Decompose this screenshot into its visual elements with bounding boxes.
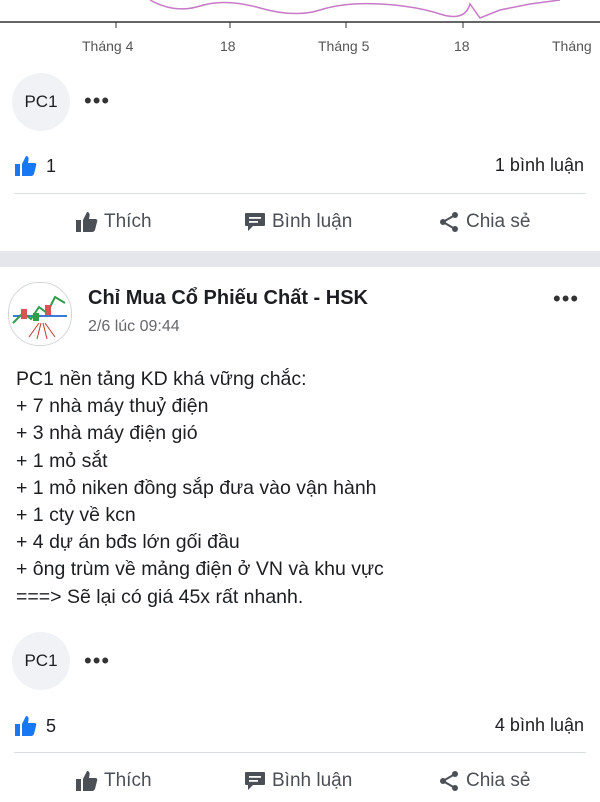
post-line: + 1 cty về kcn: [16, 504, 136, 527]
comment-label: Bình luận: [272, 211, 353, 232]
post-line: + 7 nhà máy thuỷ điện: [16, 395, 209, 418]
comment-label: Bình luận: [272, 770, 353, 791]
like-label: Thích: [104, 770, 152, 791]
post-author[interactable]: Chỉ Mua Cổ Phiếu Chất - HSK: [88, 287, 368, 310]
divider: [14, 752, 586, 753]
comment-icon: [245, 772, 265, 790]
like-count: 5: [46, 715, 57, 736]
share-label: Chia sẻ: [466, 770, 531, 791]
comment-button[interactable]: Bình luận: [244, 211, 352, 233]
reaction-summary[interactable]: 5: [14, 714, 56, 738]
chart-remnant: [0, 0, 600, 28]
chart-x-label: Tháng: [552, 38, 592, 54]
tag-chip-label: PC1: [24, 92, 58, 111]
chart-x-label: 18: [454, 38, 470, 54]
like-count: 1: [46, 155, 57, 176]
post-line: + 3 nhà máy điện gió: [16, 422, 198, 445]
comment-button[interactable]: Bình luận: [244, 770, 352, 792]
avatar-chart-image: [9, 283, 71, 345]
share-icon: [440, 212, 458, 232]
chart-x-label: 18: [220, 38, 236, 54]
share-button[interactable]: Chia sẻ: [438, 770, 530, 792]
tag-chip-label: PC1: [24, 651, 58, 670]
thumbs-up-reaction-icon: [15, 716, 37, 736]
comment-count[interactable]: 1 bình luận: [495, 155, 584, 176]
post-actions: Thích Bình luận Chia sẻ: [0, 762, 600, 802]
like-button[interactable]: Thích: [76, 211, 152, 233]
share-icon: [440, 771, 458, 791]
post-line: + 1 mỏ niken đồng sắp đưa vào vận hành: [16, 476, 377, 499]
post-line: ===> Sẽ lại có giá 45x rất nhanh.: [16, 585, 304, 608]
like-label: Thích: [104, 211, 152, 232]
comment-icon: [245, 213, 265, 231]
chart-line: [149, 0, 561, 19]
tag-chip-pc1[interactable]: PC1: [12, 632, 70, 690]
avatar[interactable]: [8, 282, 72, 346]
ellipsis-icon[interactable]: •••: [553, 288, 579, 310]
post-actions: Thích Bình luận Chia sẻ: [0, 203, 600, 243]
post-timestamp[interactable]: 2/6 lúc 09:44: [88, 318, 180, 336]
chart-x-label: Tháng 5: [318, 38, 370, 54]
post-line: + 4 dự án bđs lớn gối đầu: [16, 531, 240, 554]
chart-x-label: Tháng 4: [82, 38, 134, 54]
ellipsis-icon[interactable]: •••: [84, 650, 110, 672]
post-line: PC1 nền tảng KD khá vững chắc:: [16, 368, 307, 390]
share-label: Chia sẻ: [466, 211, 531, 232]
like-button[interactable]: Thích: [76, 770, 152, 792]
divider: [14, 193, 586, 194]
tag-chip-pc1[interactable]: PC1: [12, 73, 70, 131]
feed-separator: [0, 251, 600, 267]
post-line: + ông trùm về mảng điện ở VN và khu vực: [16, 558, 384, 581]
post-body: PC1 nền tảng KD khá vững chắc: + 7 nhà m…: [16, 366, 384, 611]
ellipsis-icon[interactable]: •••: [84, 90, 110, 112]
comment-count[interactable]: 4 bình luận: [495, 715, 584, 736]
post-line: + 1 mỏ sắt: [16, 449, 108, 472]
thumbs-up-icon: [76, 771, 98, 791]
thumbs-up-reaction-icon: [15, 156, 37, 176]
share-button[interactable]: Chia sẻ: [438, 211, 530, 233]
thumbs-up-icon: [76, 212, 98, 232]
reaction-summary[interactable]: 1: [14, 154, 56, 178]
